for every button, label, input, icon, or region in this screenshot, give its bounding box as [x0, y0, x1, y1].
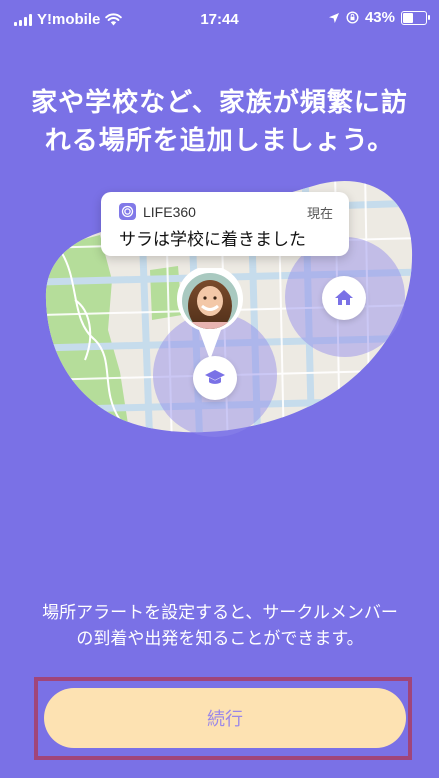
- notification-app-name: LIFE360: [143, 203, 196, 220]
- battery-icon: [401, 10, 430, 25]
- page-title: 家や学校など、家族が頻繁に訪れる場所を追加しましょう。: [31, 88, 408, 156]
- life360-app-icon: [119, 203, 136, 220]
- school-place-marker: [193, 356, 237, 400]
- status-bar: Y!mobile 17:44 43%: [0, 0, 439, 40]
- continue-button[interactable]: 続行: [44, 688, 406, 748]
- home-icon: [335, 290, 353, 305]
- location-arrow-icon: [328, 12, 339, 23]
- orientation-lock-icon: [346, 11, 359, 24]
- status-right: 43%: [328, 9, 430, 26]
- notification-app: LIFE360: [119, 203, 196, 220]
- graduation-cap-icon: [205, 370, 225, 384]
- member-avatar-pin: [177, 268, 243, 360]
- home-place-marker: [322, 276, 366, 320]
- notification-time: 現在: [306, 207, 333, 222]
- notification-message: サラは学校に着きました: [119, 230, 306, 250]
- battery-percent: 43%: [364, 9, 395, 26]
- battery-level: [403, 12, 414, 23]
- notification-card: LIFE360 現在 サラは学校に着きました: [101, 192, 349, 256]
- description-text: 場所アラートを設定すると、サークルメンバーの到着や出発を知ることができます。: [42, 603, 398, 649]
